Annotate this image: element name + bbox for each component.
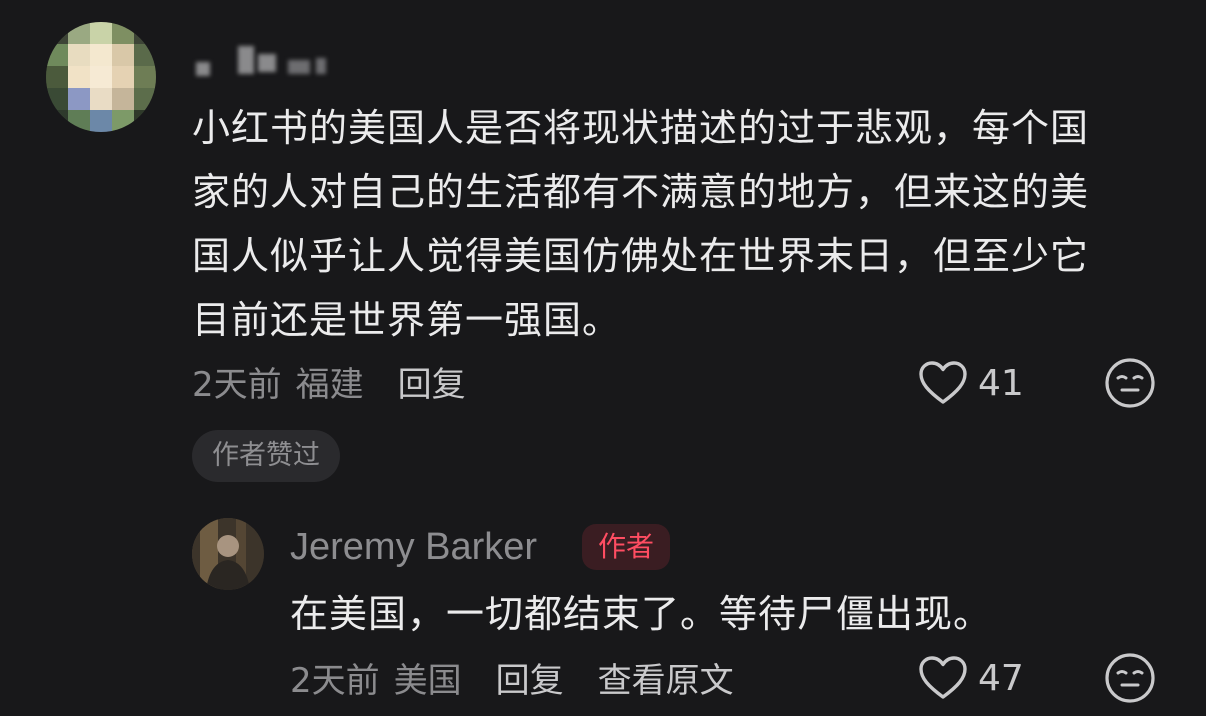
reply-time: 2天前 (290, 660, 380, 701)
comment-like-count: 41 (978, 362, 1024, 404)
reply-avatar-image (192, 518, 264, 590)
comment-reply-button[interactable]: 回复 (398, 357, 466, 406)
reply-username[interactable]: Jeremy Barker (290, 522, 537, 572)
comment-line: 家的人对自己的生活都有不满意的地方，但来这的美 (192, 170, 1090, 214)
reply-location: 美国 (393, 660, 462, 701)
view-original-button[interactable]: 查看原文 (598, 653, 734, 702)
reply-meta-row: 2天前 美国 回复 查看原文 (290, 652, 734, 702)
reply-reply-button[interactable]: 回复 (496, 653, 564, 702)
commenter-avatar[interactable] (46, 22, 156, 132)
comment-line: 目前还是世界第一强国。 (192, 298, 622, 342)
reply-like-button[interactable]: 47 (918, 653, 1024, 703)
emoji-face-icon[interactable] (1104, 652, 1156, 704)
reply-text: 在美国，一切都结束了。等待尸僵出现。 (290, 592, 993, 636)
author-badge: 作者 (582, 524, 671, 570)
comment-line: 小红书的美国人是否将现状描述的过于悲观，每个国 (192, 106, 1090, 150)
comment-meta-row: 2天前 福建 回复 (192, 356, 466, 406)
comment-time: 2天前 (192, 364, 282, 405)
heart-outline-icon (919, 656, 967, 699)
pixelated-avatar-image (46, 22, 156, 132)
comment-like-button[interactable]: 41 (918, 358, 1024, 408)
commenter-username-blurred[interactable] (192, 40, 342, 80)
comment-text: 小红书的美国人是否将现状描述的过于悲观，每个国 家的人对自己的生活都有不满意的地… (192, 96, 1172, 352)
reply-like-count: 47 (978, 657, 1024, 699)
reply-avatar[interactable] (192, 518, 264, 590)
heart-outline-icon (919, 361, 967, 404)
emoji-face-icon[interactable] (1104, 357, 1156, 409)
comment-location: 福建 (295, 364, 364, 405)
author-liked-badge: 作者赞过 (192, 430, 340, 482)
comment-line: 国人似乎让人觉得美国仿佛处在世界末日，但至少它 (192, 234, 1090, 278)
